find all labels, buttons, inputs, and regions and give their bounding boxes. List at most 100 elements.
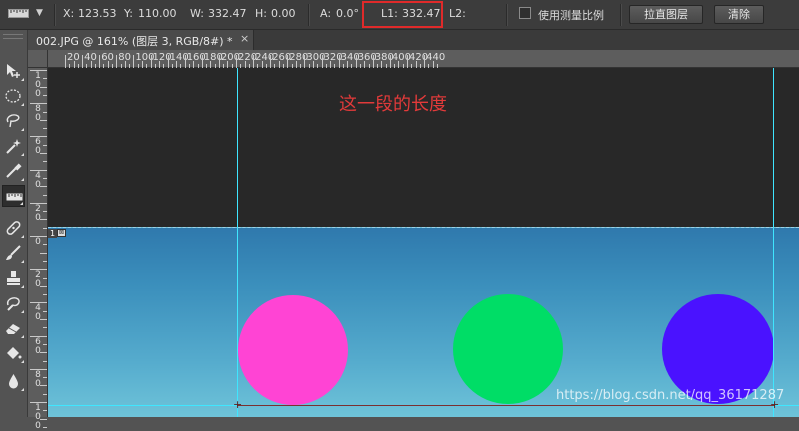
move-tool[interactable]: [2, 60, 25, 82]
ruler-major-tick: [167, 55, 169, 68]
ruler-minor-tick: [40, 285, 47, 287]
ruler-minor-tick: [210, 61, 212, 68]
panel-grip[interactable]: [3, 34, 23, 39]
layer-badge-icon: ⊠: [57, 229, 66, 237]
straighten-layer-button[interactable]: 拉直图层: [629, 5, 703, 24]
ruler-minor-tick: [43, 277, 47, 279]
y-value: 110.00: [138, 7, 177, 20]
l1-value: 332.47: [402, 7, 441, 20]
ruler-major-tick: [304, 55, 306, 68]
ruler-minor-tick: [43, 194, 47, 196]
divider: [620, 4, 622, 26]
use-measurement-scale-label[interactable]: 使用测量比例: [538, 7, 604, 23]
ruler-tool[interactable]: [2, 185, 25, 207]
ruler-minor-tick: [330, 61, 332, 68]
ruler-major-tick: [65, 55, 66, 68]
ruler-minor-tick: [40, 352, 47, 354]
lasso-icon: [6, 114, 20, 128]
history-brush-tool[interactable]: [2, 292, 25, 314]
ruler-major-tick: [201, 55, 203, 68]
ruler-minor-tick: [278, 61, 280, 68]
eyedropper-tool[interactable]: [2, 160, 25, 182]
lasso-tool[interactable]: [2, 110, 25, 132]
w-value: 332.47: [208, 7, 247, 20]
eraser-tool[interactable]: [2, 317, 25, 339]
ruler-minor-tick: [415, 61, 417, 68]
ruler-major-tick: [236, 55, 237, 68]
ruler-minor-tick: [43, 227, 47, 229]
healing-brush-tool[interactable]: [2, 217, 25, 239]
ruler-minor-tick: [43, 260, 47, 262]
ruler-major-tick: [355, 55, 357, 68]
ruler-minor-tick: [43, 211, 47, 213]
ruler-minor-tick: [43, 393, 47, 395]
ruler-minor-tick: [40, 119, 47, 121]
ruler-minor-tick: [193, 61, 195, 68]
ruler-minor-tick: [43, 310, 47, 312]
blur-tool[interactable]: [2, 370, 25, 392]
ruler-major-tick: [389, 55, 391, 68]
ruler-minor-tick: [107, 61, 109, 68]
brush-tool[interactable]: [2, 242, 25, 264]
document-tab-title: 002.JPG @ 161% (图层 3, RGB/8#) *: [36, 35, 233, 48]
ruler-major-tick: [150, 55, 152, 68]
vertical-ruler[interactable]: 1 0 08 06 04 02 002 04 06 08 01 0 0: [28, 68, 48, 431]
horizontal-ruler[interactable]: 20 40 60 80 100 120 140 160 180 200 220 240 260 280 30…: [48, 50, 799, 68]
vertical-guide[interactable]: [773, 68, 774, 417]
ruler-major-tick: [99, 55, 101, 68]
ruler-label: 0: [35, 237, 41, 247]
document-canvas[interactable]: 1 ⊠ + + 这一段的长度 https://blog.csdn.net/qq_…: [48, 68, 799, 417]
ruler-major-tick: [270, 55, 272, 68]
paint-bucket-tool[interactable]: [2, 342, 25, 364]
ruler-minor-tick: [43, 327, 47, 329]
close-icon[interactable]: ×: [240, 32, 249, 45]
ruler-minor-tick: [261, 61, 263, 68]
history-brush-icon: [6, 297, 20, 311]
magic-wand-icon: [6, 139, 21, 154]
ruler-major-tick: [116, 55, 118, 68]
ruler-label: 1 0 0: [35, 403, 41, 431]
ruler-minor-tick: [43, 144, 47, 146]
ruler-minor-tick: [43, 161, 47, 163]
ruler-major-tick: [407, 55, 408, 68]
ruler-major-tick: [184, 55, 186, 68]
ruler-minor-tick: [43, 294, 47, 296]
blur-drop-icon: [9, 374, 18, 389]
eyedropper-icon: [6, 163, 22, 178]
ruler-minor-tick: [398, 61, 400, 68]
ruler-minor-tick: [295, 61, 297, 68]
clear-button[interactable]: 清除: [714, 5, 764, 24]
ruler-minor-tick: [40, 319, 47, 320]
ruler-minor-tick: [43, 94, 47, 96]
bandage-icon: [6, 221, 21, 235]
w-label: W:: [190, 7, 204, 20]
a-value: 0.0°: [336, 7, 359, 20]
chevron-down-icon: ▼: [36, 8, 43, 18]
tool-preset-picker[interactable]: ▼: [8, 6, 46, 22]
ruler-minor-tick: [347, 61, 349, 68]
ruler-minor-tick: [43, 377, 47, 379]
ruler-minor-tick: [176, 61, 178, 68]
measure-line[interactable]: [237, 405, 775, 406]
ruler-icon: [8, 9, 29, 18]
ruler-minor-tick: [124, 61, 126, 68]
ruler-minor-tick: [43, 78, 47, 80]
document-tab[interactable]: 002.JPG @ 161% (图层 3, RGB/8#) * ×: [28, 30, 254, 50]
vertical-guide[interactable]: [237, 68, 238, 417]
ruler-minor-tick: [90, 61, 92, 68]
ruler-origin-corner[interactable]: [28, 50, 48, 68]
ruler-major-tick: [253, 55, 255, 68]
ruler-minor-tick: [40, 186, 47, 188]
ruler-major-tick: [372, 55, 374, 68]
measure-start-point[interactable]: +: [233, 399, 242, 410]
ruler-minor-tick: [43, 410, 47, 412]
ruler-minor-tick: [40, 86, 47, 88]
marquee-tool[interactable]: [2, 85, 25, 107]
magic-wand-tool[interactable]: [2, 135, 25, 157]
clone-stamp-tool[interactable]: [2, 267, 25, 289]
use-measurement-scale-checkbox[interactable]: [519, 7, 531, 19]
ruler-major-tick: [321, 55, 323, 68]
green-circle: [453, 294, 563, 404]
ruler-major-tick: [82, 55, 84, 68]
ruler-minor-tick: [159, 61, 161, 68]
